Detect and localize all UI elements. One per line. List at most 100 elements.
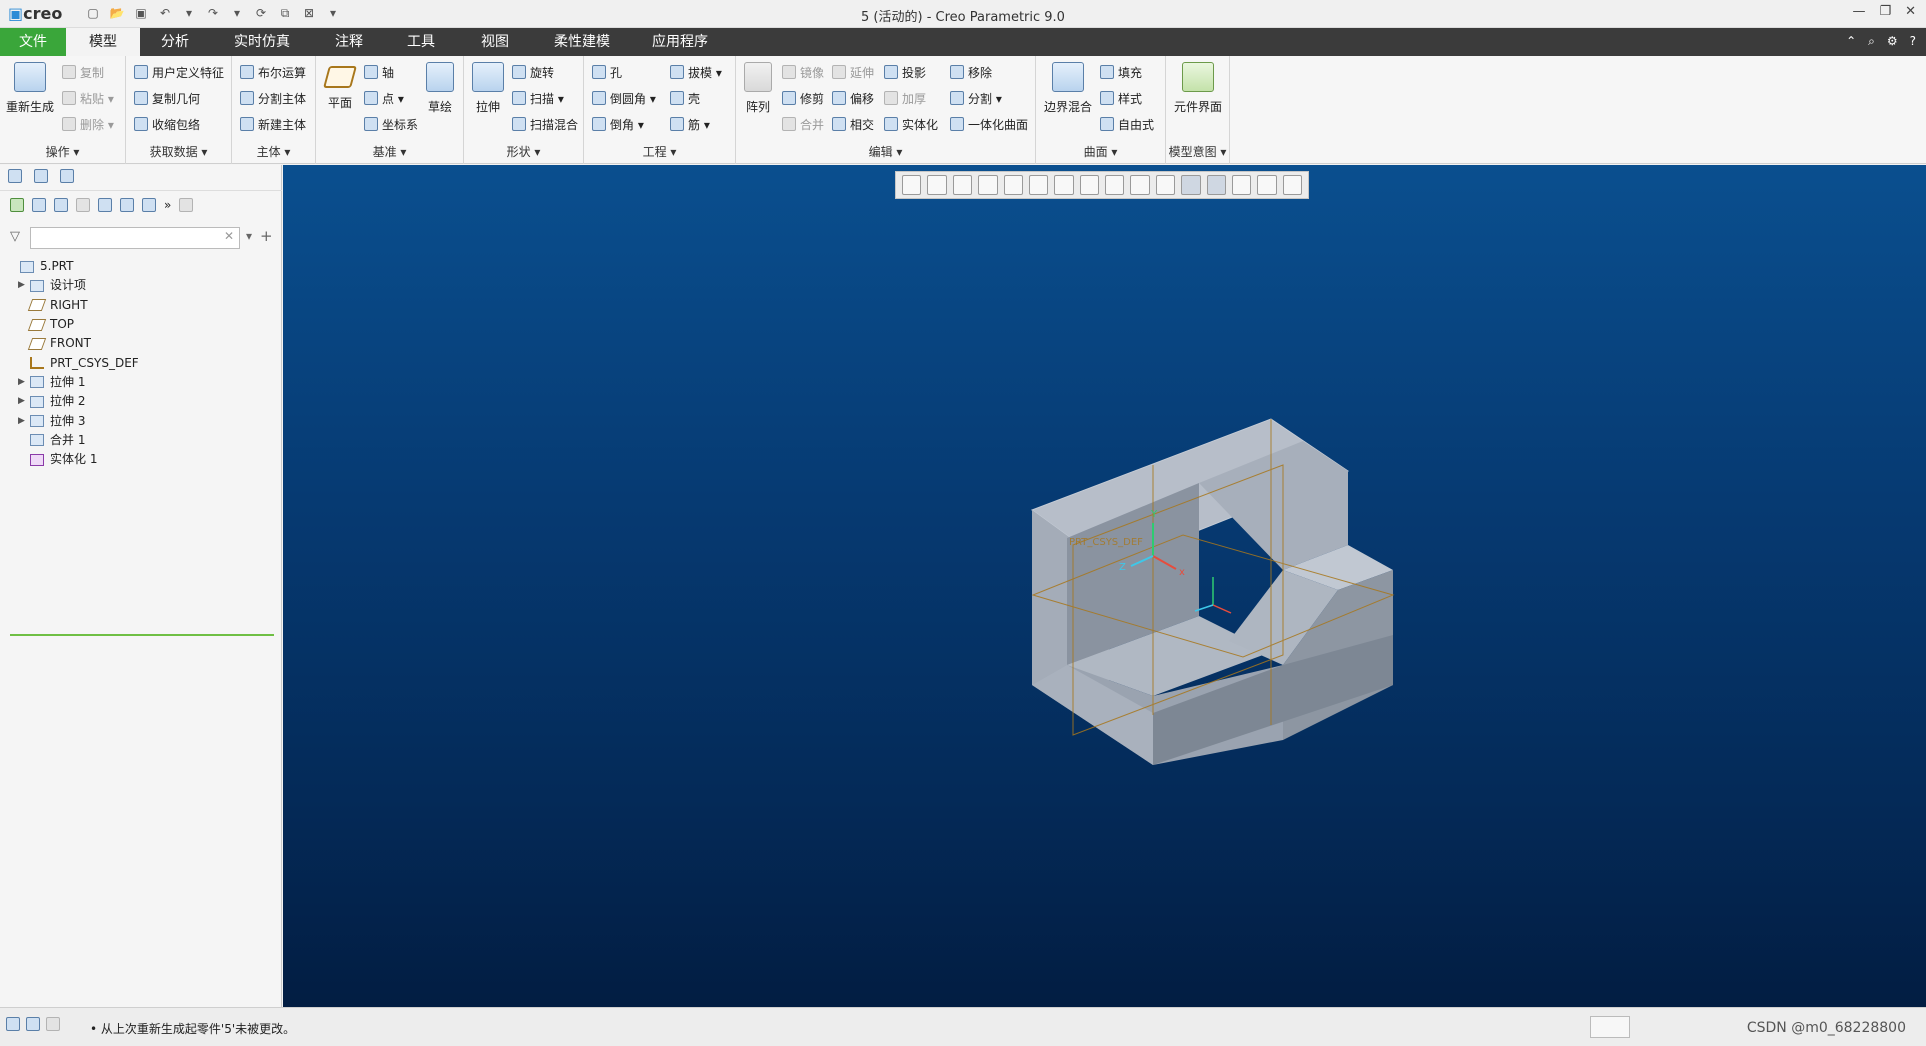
structure-icon[interactable] (120, 198, 134, 212)
axis-button[interactable]: 轴 (364, 62, 394, 82)
show-icon[interactable] (10, 198, 24, 212)
collapse-ribbon-icon[interactable]: ⌃ (1846, 34, 1856, 49)
window-switch-icon[interactable]: ⧉ (276, 4, 294, 22)
tree-node-extrude-3[interactable]: ▶ 拉伸 3 (8, 411, 274, 430)
folder-browser-tab-icon[interactable] (34, 169, 48, 183)
boundary-blend-button[interactable]: 边界混合 (1040, 62, 1096, 115)
extrude-button[interactable]: 拉伸 (468, 62, 508, 115)
tree-node-merge-1[interactable]: 合并 1 (8, 431, 274, 450)
redo-icon[interactable]: ↷ (204, 4, 222, 22)
copy-geometry-button[interactable]: 复制几何 (134, 88, 200, 108)
full-screen-icon[interactable] (46, 1017, 60, 1031)
customize-qat-icon[interactable]: ▾ (324, 4, 342, 22)
shell-button[interactable]: 壳 (670, 88, 700, 108)
rib-button[interactable]: 筋 ▾ (670, 114, 710, 134)
component-interface-button[interactable]: 元件界面 (1168, 62, 1228, 115)
show-navigator-icon[interactable] (6, 1017, 20, 1031)
copy-button[interactable]: 复制 (62, 62, 104, 82)
model-tree-tab-icon[interactable] (8, 169, 22, 183)
swept-blend-button[interactable]: 扫描混合 (512, 114, 578, 134)
tree-node-extrude-1[interactable]: ▶ 拉伸 1 (8, 373, 274, 392)
graphics-window[interactable]: Y x Z PRT_CSYS_DEF (283, 165, 1926, 1007)
tree-node-part[interactable]: 5.PRT (8, 257, 274, 276)
boolean-button[interactable]: 布尔运算 (240, 62, 306, 82)
expand-arrow-icon[interactable]: ▶ (18, 412, 30, 431)
group-label-surfaces[interactable]: 曲面 ▾ (1036, 143, 1165, 160)
paste-button[interactable]: 粘贴 ▾ (62, 88, 114, 108)
expand-arrow-icon[interactable]: ▶ (18, 373, 30, 392)
more-icon[interactable]: » (164, 198, 171, 216)
tab-file[interactable]: 文件 (0, 28, 66, 56)
group-label-datum[interactable]: 基准 ▾ (316, 143, 463, 160)
thicken-button[interactable]: 加厚 (884, 88, 926, 108)
tree-columns-icon[interactable] (54, 198, 68, 212)
close-icon[interactable]: ✕ (1905, 4, 1916, 19)
sketch-button[interactable]: 草绘 (420, 62, 460, 115)
minimize-icon[interactable]: — (1852, 4, 1865, 19)
undo-dropdown-icon[interactable]: ▾ (180, 4, 198, 22)
group-label-get-data[interactable]: 获取数据 ▾ (126, 143, 231, 160)
save-icon[interactable]: ▣ (132, 4, 150, 22)
revolve-button[interactable]: 旋转 (512, 62, 554, 82)
group-label-model-intent[interactable]: 模型意图 ▾ (1166, 143, 1229, 160)
tree-node-front[interactable]: FRONT (8, 334, 274, 353)
group-label-engineering[interactable]: 工程 ▾ (584, 143, 735, 160)
show-browser-icon[interactable] (26, 1017, 40, 1031)
redo-dropdown-icon[interactable]: ▾ (228, 4, 246, 22)
tree-node-right[interactable]: RIGHT (8, 296, 274, 315)
new-body-button[interactable]: 新建主体 (240, 114, 306, 134)
tab-flexible-modeling[interactable]: 柔性建模 (542, 28, 622, 56)
tree-node-csys[interactable]: PRT_CSYS_DEF (8, 353, 274, 372)
sweep-button[interactable]: 扫描 ▾ (512, 88, 564, 108)
group-label-operations[interactable]: 操作 ▾ (0, 143, 125, 160)
view-icon[interactable] (142, 198, 156, 212)
group-label-body[interactable]: 主体 ▾ (232, 143, 315, 160)
pattern-button[interactable]: 阵列 (740, 62, 776, 115)
round-button[interactable]: 倒圆角 ▾ (592, 88, 656, 108)
chamfer-button[interactable]: 倒角 ▾ (592, 114, 644, 134)
regenerate-button[interactable]: 重新生成 (6, 62, 54, 115)
unify-surface-button[interactable]: 一体化曲面 (950, 114, 1028, 134)
tab-model[interactable]: 模型 (66, 28, 140, 56)
tree-node-extrude-2[interactable]: ▶ 拉伸 2 (8, 392, 274, 411)
intersect-button[interactable]: 相交 (832, 114, 874, 134)
undo-icon[interactable]: ↶ (156, 4, 174, 22)
trim-button[interactable]: 修剪 (782, 88, 824, 108)
tree-node-design-items[interactable]: ▶ 设计项 (8, 276, 274, 295)
hole-button[interactable]: 孔 (592, 62, 622, 82)
tree-settings-icon[interactable] (32, 198, 46, 212)
add-filter-icon[interactable]: + (260, 227, 273, 245)
solidify-button[interactable]: 实体化 (884, 114, 938, 134)
fill-button[interactable]: 填充 (1100, 62, 1142, 82)
group-label-shapes[interactable]: 形状 ▾ (464, 143, 583, 160)
user-defined-feature-button[interactable]: 用户定义特征 (134, 62, 224, 82)
tree-filter-icon[interactable] (76, 198, 90, 212)
tree-node-top[interactable]: TOP (8, 315, 274, 334)
extend-button[interactable]: 延伸 (832, 62, 874, 82)
merge-button[interactable]: 合并 (782, 114, 824, 134)
open-file-icon[interactable]: 📂 (108, 4, 126, 22)
tab-tools[interactable]: 工具 (396, 28, 446, 56)
project-button[interactable]: 投影 (884, 62, 926, 82)
delete-button[interactable]: 删除 ▾ (62, 114, 114, 134)
style-button[interactable]: 样式 (1100, 88, 1142, 108)
tab-live-simulation[interactable]: 实时仿真 (226, 28, 298, 56)
group-label-editing[interactable]: 编辑 ▾ (736, 143, 1035, 160)
search-icon[interactable]: ⌕ (1868, 34, 1875, 49)
model-viewport[interactable]: Y x Z PRT_CSYS_DEF (283, 165, 1926, 1007)
layers-icon[interactable] (98, 198, 112, 212)
favorites-tab-icon[interactable] (60, 169, 74, 183)
notes-icon[interactable] (179, 198, 194, 212)
clear-search-icon[interactable]: ✕ (224, 229, 234, 243)
split-button[interactable]: 分割 ▾ (950, 88, 1002, 108)
regenerate-small-icon[interactable]: ⟳ (252, 4, 270, 22)
new-file-icon[interactable]: ▢ (84, 4, 102, 22)
help-icon[interactable]: ? (1910, 34, 1916, 49)
tree-node-solidify-1[interactable]: 实体化 1 (8, 450, 274, 469)
tab-analysis[interactable]: 分析 (150, 28, 200, 56)
selection-filter-dropdown[interactable] (1590, 1016, 1630, 1038)
tab-view[interactable]: 视图 (470, 28, 520, 56)
tab-annotate[interactable]: 注释 (324, 28, 374, 56)
close-window-icon[interactable]: ⊠ (300, 4, 318, 22)
remove-button[interactable]: 移除 (950, 62, 992, 82)
